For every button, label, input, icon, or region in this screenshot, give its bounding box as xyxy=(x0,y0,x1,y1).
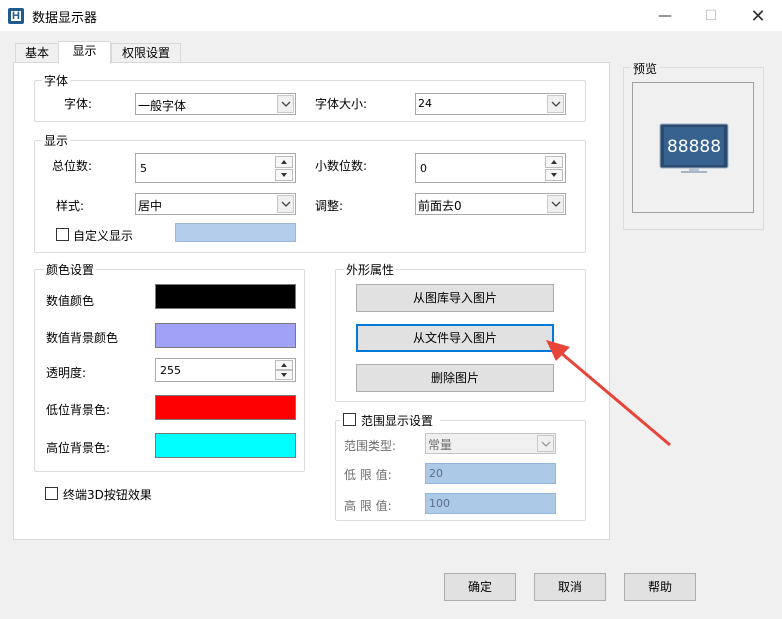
high-limit-label: 高 限 值: xyxy=(344,499,392,513)
minimize-button[interactable]: — xyxy=(642,0,688,32)
low-bg-color-label: 低位背景色: xyxy=(46,403,111,417)
opacity-spinner[interactable]: 255 xyxy=(155,358,296,382)
font-select-value: 一般字体 xyxy=(138,99,187,113)
range-display-title: 范围显示设置 xyxy=(361,414,434,428)
cancel-button[interactable]: 取消 xyxy=(534,573,606,601)
style-select[interactable]: 居中 xyxy=(135,193,296,215)
low-limit-value: 20 xyxy=(429,467,443,480)
value-color-swatch[interactable] xyxy=(155,284,296,309)
font-size-label: 字体大小: xyxy=(315,97,368,111)
custom-display-checkbox[interactable] xyxy=(56,228,69,241)
range-type-label: 范围类型: xyxy=(344,439,397,453)
value-color-label: 数值颜色 xyxy=(46,294,95,308)
spin-up-icon[interactable] xyxy=(275,156,293,168)
close-button[interactable]: ✕ xyxy=(735,0,781,32)
tab-basic[interactable]: 基本 xyxy=(15,43,59,63)
import-from-file-button[interactable]: 从文件导入图片 xyxy=(356,324,554,352)
terminal-3d-checkbox[interactable] xyxy=(45,487,58,500)
font-select[interactable]: 一般字体 xyxy=(135,93,296,115)
custom-display-color[interactable] xyxy=(175,223,296,242)
help-button[interactable]: 帮助 xyxy=(624,573,696,601)
high-limit-input[interactable]: 100 xyxy=(425,493,556,514)
terminal-3d-label: 终端3D按钮效果 xyxy=(63,488,152,502)
font-group-title: 字体 xyxy=(42,72,71,89)
high-bg-color-swatch[interactable] xyxy=(155,433,296,458)
low-limit-label: 低 限 值: xyxy=(344,468,392,482)
chevron-down-icon[interactable] xyxy=(547,195,564,213)
low-bg-color-swatch[interactable] xyxy=(155,395,296,420)
app-logo-icon xyxy=(8,8,24,24)
low-limit-input[interactable]: 20 xyxy=(425,463,556,484)
high-limit-value: 100 xyxy=(429,497,450,510)
preview-box: 88888 xyxy=(632,82,754,213)
chevron-down-icon[interactable] xyxy=(547,95,564,113)
range-display-checkbox[interactable] xyxy=(343,413,356,426)
shape-properties-title: 外形属性 xyxy=(344,261,397,278)
value-bg-color-swatch[interactable] xyxy=(155,323,296,348)
preview-title: 预览 xyxy=(630,60,661,77)
decimal-digits-spinner[interactable]: 0 xyxy=(415,153,566,183)
tab-display[interactable]: 显示 xyxy=(58,41,111,64)
font-size-value: 24 xyxy=(418,97,432,110)
ok-button[interactable]: 确定 xyxy=(444,573,516,601)
monitor-icon: 88888 xyxy=(659,123,729,173)
display-group-title: 显示 xyxy=(42,132,71,149)
color-settings-title: 颜色设置 xyxy=(44,261,97,278)
chevron-down-icon[interactable] xyxy=(277,95,294,113)
font-size-select[interactable]: 24 xyxy=(415,93,566,115)
window-title: 数据显示器 xyxy=(32,11,98,26)
custom-display-label: 自定义显示 xyxy=(73,229,134,243)
tab-permissions[interactable]: 权限设置 xyxy=(111,43,181,63)
style-label: 样式: xyxy=(56,199,85,213)
annotation-arrow-icon xyxy=(546,340,671,447)
spin-up-icon[interactable] xyxy=(275,360,293,370)
total-digits-value: 5 xyxy=(140,162,147,175)
import-from-library-button[interactable]: 从图库导入图片 xyxy=(356,284,554,312)
delete-image-button[interactable]: 删除图片 xyxy=(356,364,554,392)
spin-down-icon[interactable] xyxy=(275,169,293,181)
total-digits-label: 总位数: xyxy=(52,159,93,173)
spin-down-icon[interactable] xyxy=(275,370,293,380)
preview-sample-text: 88888 xyxy=(667,137,721,157)
range-type-value: 常量 xyxy=(428,438,453,452)
opacity-value: 255 xyxy=(160,364,181,377)
high-bg-color-label: 高位背景色: xyxy=(46,441,111,455)
adjust-select[interactable]: 前面去0 xyxy=(415,193,566,215)
range-type-select[interactable]: 常量 xyxy=(425,433,556,454)
spin-up-icon[interactable] xyxy=(545,156,563,168)
decimal-digits-label: 小数位数: xyxy=(315,159,368,173)
adjust-select-value: 前面去0 xyxy=(418,199,462,213)
total-digits-spinner[interactable]: 5 xyxy=(135,153,296,183)
maximize-button[interactable]: ☐ xyxy=(688,0,734,32)
spin-down-icon[interactable] xyxy=(545,169,563,181)
decimal-digits-value: 0 xyxy=(420,162,427,175)
style-select-value: 居中 xyxy=(138,199,163,213)
opacity-label: 透明度: xyxy=(46,366,87,380)
chevron-down-icon[interactable] xyxy=(277,195,294,213)
value-bg-color-label: 数值背景颜色 xyxy=(46,331,119,345)
adjust-label: 调整: xyxy=(315,199,344,213)
font-label: 字体: xyxy=(64,97,93,111)
